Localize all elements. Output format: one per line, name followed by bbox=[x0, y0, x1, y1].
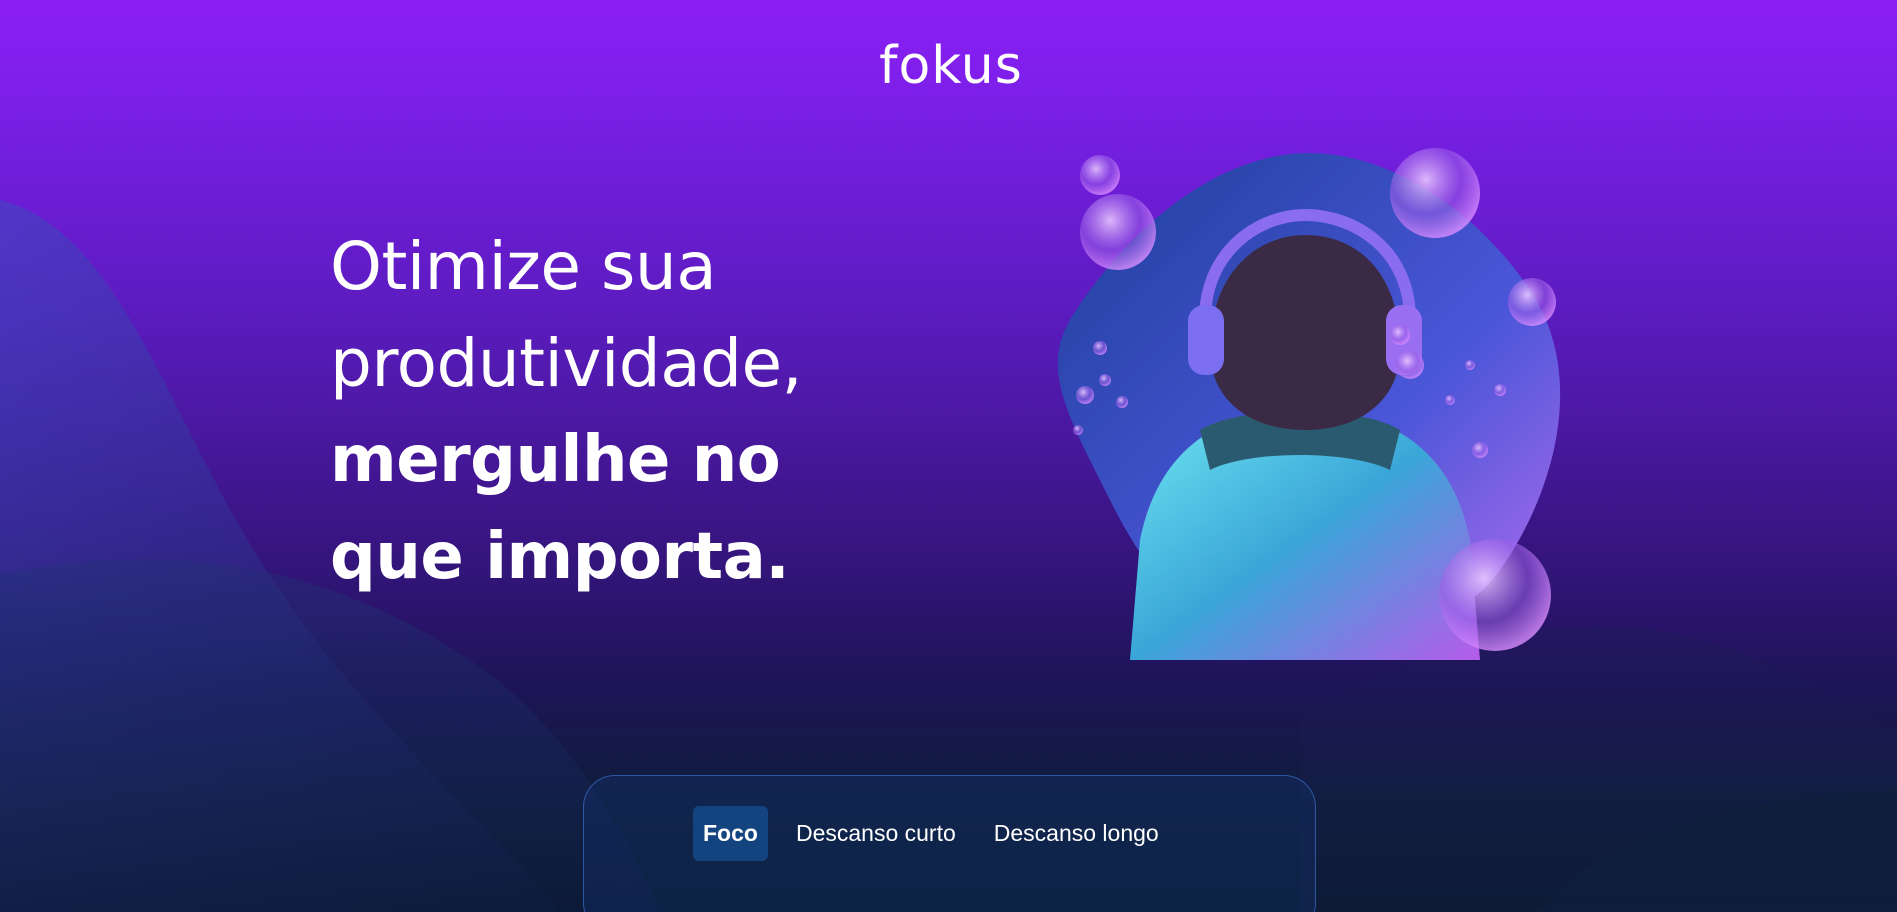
tab-descanso-longo[interactable]: Descanso longo bbox=[984, 808, 1169, 859]
logo-text: fokus bbox=[879, 36, 1023, 96]
headline-line-4: que importa. bbox=[330, 520, 790, 594]
headline-line-1: Otimize sua bbox=[330, 228, 717, 305]
hero-illustration bbox=[1057, 148, 1561, 660]
headline-line-2: produtividade, bbox=[330, 325, 803, 402]
hero-headline: Otimize sua produtividade, mergulhe no q… bbox=[330, 218, 970, 606]
fokus-logo: fokus bbox=[868, 38, 1034, 94]
tab-descanso-curto[interactable]: Descanso curto bbox=[786, 808, 966, 859]
headline-line-3: mergulhe no bbox=[330, 423, 781, 497]
mode-tabs: Foco Descanso curto Descanso longo bbox=[693, 806, 1169, 861]
tab-foco[interactable]: Foco bbox=[693, 806, 768, 861]
